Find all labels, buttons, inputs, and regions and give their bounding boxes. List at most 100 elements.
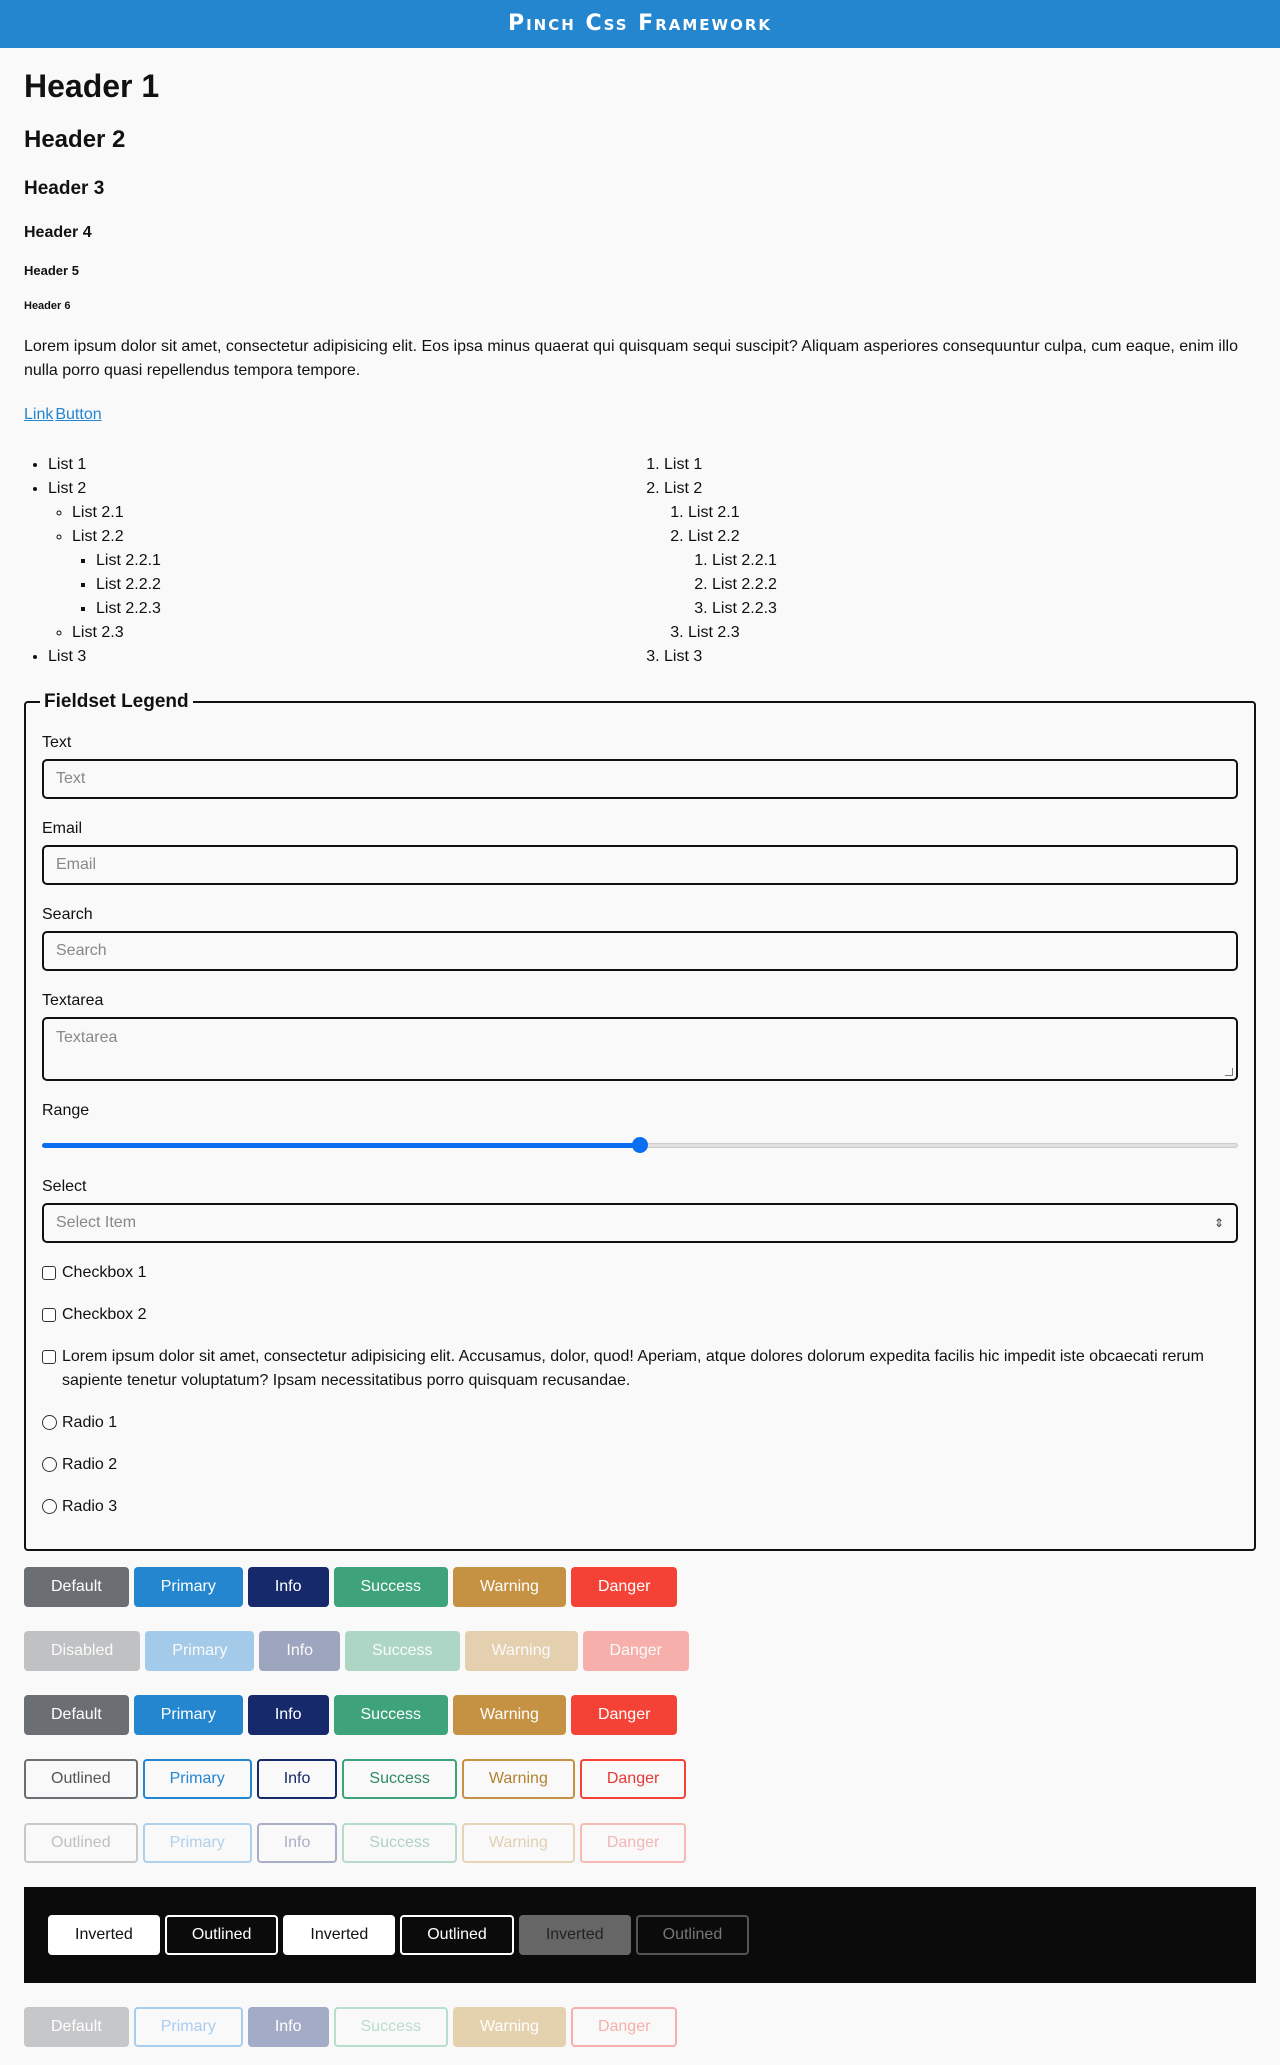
- default-disabled-button[interactable]: Default: [24, 2007, 129, 2047]
- danger-disabled-button[interactable]: Danger: [582, 1631, 689, 1671]
- success-button[interactable]: Success: [333, 1567, 448, 1607]
- radio-label: Radio 2: [62, 1456, 118, 1473]
- warning-button[interactable]: Warning: [452, 1567, 566, 1607]
- list-item-label: List 2: [664, 480, 703, 497]
- checkbox-label: Lorem ipsum dolor sit amet, consectetur …: [62, 1348, 1204, 1389]
- radio-circle[interactable]: [42, 1415, 57, 1430]
- radio-circle[interactable]: [42, 1499, 57, 1514]
- list-item: List 1: [48, 453, 640, 477]
- checkbox-box[interactable]: [42, 1350, 56, 1364]
- disabled-button[interactable]: Disabled: [24, 1631, 141, 1671]
- default-button[interactable]: Default: [24, 1695, 129, 1735]
- header-3: Header 3: [24, 178, 105, 199]
- button-row-mixed-disabled: Default Primary Info Success Warning Dan…: [24, 2007, 1256, 2047]
- warning-disabled-button[interactable]: Warning: [452, 2007, 566, 2047]
- primary-button[interactable]: Primary: [133, 1567, 243, 1607]
- list-item: List 2 List 2.1 List 2.2 List 2.2.1 List…: [664, 477, 1256, 645]
- link-row: Link Button: [24, 403, 1256, 427]
- info-disabled-button[interactable]: Info: [247, 2007, 329, 2047]
- success-disabled-button[interactable]: Success: [333, 2007, 448, 2047]
- inverted-disabled-button[interactable]: Inverted: [518, 1915, 631, 1955]
- danger-outlined-disabled-button[interactable]: Danger: [579, 1823, 687, 1863]
- checkbox-label: Checkbox 1: [62, 1264, 147, 1281]
- info-button[interactable]: Info: [247, 1567, 329, 1607]
- default-button[interactable]: Default: [24, 1567, 129, 1607]
- success-disabled-button[interactable]: Success: [345, 1631, 460, 1671]
- danger-disabled-button[interactable]: Danger: [570, 2007, 678, 2047]
- search-label: Search: [42, 906, 93, 923]
- unordered-list: List 1 List 2 List 2.1 List 2.2 List 2.2…: [24, 453, 640, 669]
- select-value: Select Item: [56, 1214, 137, 1231]
- range-slider[interactable]: [42, 1133, 1238, 1157]
- list-item: List 2.2 List 2.2.1 List 2.2.2 List 2.2.…: [72, 525, 640, 621]
- range-label: Range: [42, 1102, 90, 1119]
- outlined-inverted-disabled-button[interactable]: Outlined: [635, 1915, 750, 1955]
- lorem-paragraph: Lorem ipsum dolor sit amet, consectetur …: [24, 338, 1238, 379]
- primary-disabled-button[interactable]: Primary: [145, 1631, 255, 1671]
- radio-3[interactable]: Radio 3: [42, 1495, 1238, 1519]
- list-item: List 3: [48, 645, 640, 669]
- checkbox-2[interactable]: Checkbox 2: [42, 1303, 1238, 1327]
- info-button[interactable]: Info: [247, 1695, 329, 1735]
- inverted-button[interactable]: Inverted: [48, 1915, 160, 1955]
- outlined-inverted-button[interactable]: Outlined: [164, 1915, 279, 1955]
- link-button[interactable]: Button: [55, 406, 101, 423]
- success-outlined-disabled-button[interactable]: Success: [342, 1823, 457, 1863]
- list-item-label: List 2: [48, 480, 87, 497]
- list-item: List 2.3: [72, 621, 640, 645]
- ordered-list-column: List 1 List 2 List 2.1 List 2.2 List 2.2…: [640, 453, 1256, 669]
- danger-button[interactable]: Danger: [570, 1567, 678, 1607]
- list-item: List 1: [664, 453, 1256, 477]
- radio-circle[interactable]: [42, 1457, 57, 1472]
- search-placeholder: Search: [56, 942, 107, 959]
- danger-button[interactable]: Danger: [570, 1695, 678, 1735]
- radio-1[interactable]: Radio 1: [42, 1411, 1238, 1435]
- resize-grip-icon[interactable]: [1225, 1068, 1233, 1076]
- header-4: Header 4: [24, 224, 92, 241]
- checkbox-box[interactable]: [42, 1308, 56, 1322]
- textarea-input[interactable]: Textarea: [42, 1017, 1238, 1081]
- list-item: List 2.2.1: [96, 549, 640, 573]
- success-button[interactable]: Success: [333, 1695, 448, 1735]
- select-label: Select: [42, 1178, 87, 1195]
- warning-disabled-button[interactable]: Warning: [464, 1631, 578, 1671]
- outlined-disabled-button[interactable]: Outlined: [24, 1823, 138, 1863]
- email-input[interactable]: Email: [42, 845, 1238, 885]
- inverted-button[interactable]: Inverted: [283, 1915, 396, 1955]
- ordered-list: List 1 List 2 List 2.1 List 2.2 List 2.2…: [640, 453, 1256, 669]
- checkbox-box[interactable]: [42, 1266, 56, 1280]
- list-item: List 2 List 2.1 List 2.2 List 2.2.1 List…: [48, 477, 640, 645]
- text-placeholder: Text: [56, 770, 86, 787]
- warning-button[interactable]: Warning: [452, 1695, 566, 1735]
- text-input[interactable]: Text: [42, 759, 1238, 799]
- success-outlined-button[interactable]: Success: [342, 1759, 457, 1799]
- checkbox-1[interactable]: Checkbox 1: [42, 1261, 1238, 1285]
- danger-outlined-button[interactable]: Danger: [579, 1759, 687, 1799]
- fieldset: Fieldset Legend Text Text Email Email Se…: [24, 691, 1256, 1551]
- primary-outlined-button[interactable]: Primary: [142, 1759, 252, 1799]
- search-input[interactable]: Search: [42, 931, 1238, 971]
- info-outlined-disabled-button[interactable]: Info: [256, 1823, 338, 1863]
- outlined-inverted-button[interactable]: Outlined: [400, 1915, 514, 1955]
- range-thumb[interactable]: [632, 1137, 648, 1153]
- textarea-label: Textarea: [42, 992, 104, 1009]
- radio-2[interactable]: Radio 2: [42, 1453, 1238, 1477]
- info-outlined-button[interactable]: Info: [256, 1759, 338, 1799]
- warning-outlined-disabled-button[interactable]: Warning: [461, 1823, 575, 1863]
- list-item: List 2.2.3: [96, 597, 640, 621]
- button-row-disabled: Disabled Primary Info Success Warning Da…: [24, 1631, 1256, 1671]
- button-row-outlined-disabled: Outlined Primary Info Success Warning Da…: [24, 1823, 1256, 1863]
- link[interactable]: Link: [24, 406, 53, 423]
- info-disabled-button[interactable]: Info: [259, 1631, 341, 1671]
- button-row-solid-2: Default Primary Info Success Warning Dan…: [24, 1695, 1256, 1735]
- list-item: List 2.2.2: [712, 573, 1256, 597]
- chevron-updown-icon: ⇕: [1213, 1216, 1224, 1230]
- select-dropdown[interactable]: Select Item ⇕: [42, 1203, 1238, 1243]
- primary-outlined-disabled-button[interactable]: Primary: [142, 1823, 252, 1863]
- primary-button[interactable]: Primary: [133, 1695, 243, 1735]
- primary-disabled-button[interactable]: Primary: [133, 2007, 243, 2047]
- warning-outlined-button[interactable]: Warning: [461, 1759, 575, 1799]
- fieldset-legend: Fieldset Legend: [44, 691, 189, 712]
- checkbox-3[interactable]: Lorem ipsum dolor sit amet, consectetur …: [42, 1345, 1238, 1393]
- outlined-button[interactable]: Outlined: [24, 1759, 138, 1799]
